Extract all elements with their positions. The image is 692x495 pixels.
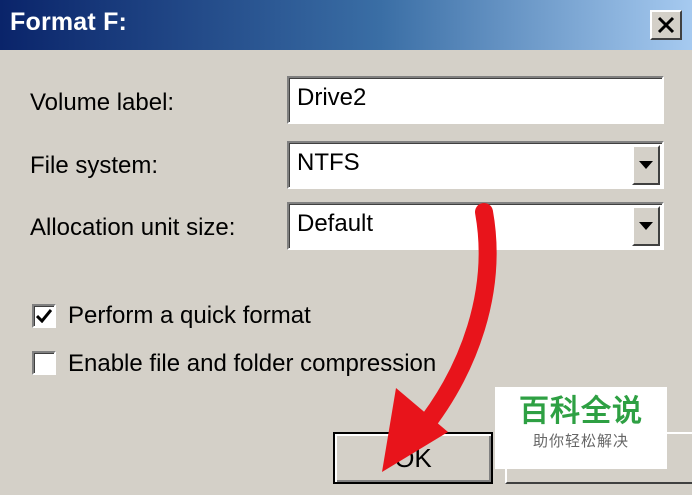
ok-button-label: OK (394, 442, 432, 473)
volume-label-label: Volume label: (30, 89, 175, 116)
file-system-value: NTFS (297, 149, 360, 176)
file-system-select[interactable]: NTFS (287, 141, 664, 189)
compression-checkbox[interactable] (32, 351, 56, 375)
file-system-label: File system: (30, 152, 159, 179)
allocation-unit-size-select[interactable]: Default (287, 202, 664, 250)
watermark-subtitle: 助你轻松解决 (532, 433, 629, 450)
close-button[interactable] (650, 10, 682, 40)
title-bar: Format F: (0, 0, 692, 50)
compression-label: Enable file and folder compression (68, 350, 437, 377)
window-title: Format F: (10, 8, 128, 36)
watermark: 百科全说 助你轻松解决 (495, 387, 667, 469)
ok-button[interactable]: OK (333, 432, 493, 484)
quick-format-label: Perform a quick format (68, 302, 311, 329)
volume-label-input[interactable]: Drive2 (287, 76, 664, 124)
file-system-dropdown-button[interactable] (632, 145, 660, 185)
allocation-unit-size-label: Allocation unit size: (30, 214, 236, 241)
quick-format-checkbox[interactable] (32, 304, 56, 328)
checkmark-icon (36, 309, 52, 323)
allocation-dropdown-button[interactable] (632, 206, 660, 246)
allocation-unit-size-value: Default (297, 210, 374, 237)
chevron-down-icon (639, 161, 653, 169)
watermark-title: 百科全说 (519, 395, 643, 428)
chevron-down-icon (639, 222, 653, 230)
close-icon (657, 16, 675, 34)
volume-label-value: Drive2 (297, 84, 367, 111)
